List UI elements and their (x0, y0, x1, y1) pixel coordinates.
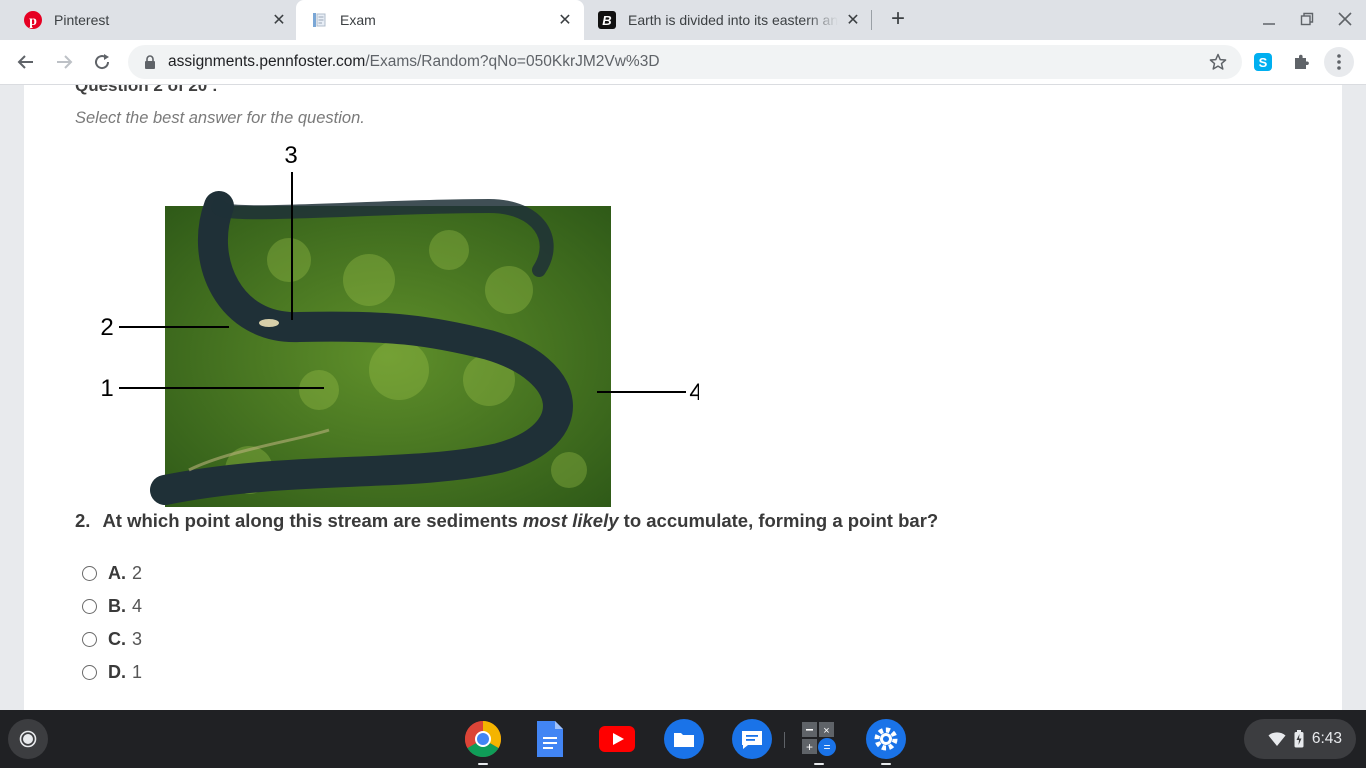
launcher-button[interactable] (8, 719, 48, 759)
river-meander-figure: 3 2 1 4 (69, 140, 703, 510)
youtube-icon[interactable] (597, 719, 637, 759)
option-letter: D. (108, 661, 126, 682)
radio-button[interactable] (82, 631, 97, 647)
svg-text:p: p (29, 14, 37, 29)
tab-brainly[interactable]: B Earth is divided into its eastern and … (590, 0, 868, 40)
question-number: 2. (75, 510, 91, 531)
option-letter: B. (108, 595, 126, 616)
answer-option-c[interactable]: C. 3 (82, 627, 142, 651)
svg-text:S: S (1259, 55, 1268, 70)
svg-text:×: × (823, 725, 829, 737)
lock-icon[interactable] (144, 55, 156, 69)
answer-option-b[interactable]: B. 4 (82, 594, 142, 618)
clock-time: 6:43 (1311, 730, 1342, 747)
tab-pinterest[interactable]: p Pinterest ✕ (14, 0, 294, 40)
minimize-icon[interactable] (1254, 6, 1284, 32)
tab-title: Earth is divided into its eastern and (628, 12, 838, 28)
river-meander-image: 3 2 1 4 (100, 142, 703, 507)
figure-label-4: 4 (689, 379, 699, 406)
more-menu-icon[interactable] (1324, 47, 1354, 77)
running-indicator (881, 763, 891, 765)
messages-icon[interactable] (732, 719, 772, 759)
forward-icon[interactable] (50, 48, 78, 76)
close-window-icon[interactable] (1330, 6, 1360, 32)
svg-text:=: = (823, 740, 830, 754)
os-shelf: × + = 6:43 (0, 710, 1366, 768)
exam-card: Question 2 of 20 : Select the best answe… (24, 85, 1342, 710)
question-text-emphasis: most likely (522, 510, 619, 531)
brainly-icon: B (598, 11, 616, 29)
option-letter: C. (108, 628, 126, 649)
skype-extension-icon[interactable]: S (1249, 48, 1277, 76)
wifi-icon (1268, 731, 1286, 747)
answer-option-d[interactable]: D. 1 (82, 660, 142, 684)
url-host: assignments.pennfoster.com (168, 53, 366, 70)
option-letter: A. (108, 562, 126, 583)
running-indicator (814, 763, 824, 765)
answer-option-a[interactable]: A. 2 (82, 561, 142, 585)
running-indicator (478, 763, 488, 765)
figure-label-3: 3 (284, 142, 297, 169)
option-value: 2 (132, 562, 143, 583)
browser-toolbar: assignments.pennfoster.com/Exams/Random?… (0, 40, 1366, 85)
svg-text:B: B (602, 13, 611, 28)
tab-title: Pinterest (54, 12, 110, 28)
tab-strip: p Pinterest ✕ Exam ✕ B Earth is divided … (0, 0, 1366, 40)
url-path: /Exams/Random?qNo=050KkrJM2Vw%3D (365, 53, 660, 70)
option-value: 3 (132, 628, 143, 649)
question-header: Question 2 of 20 : (75, 85, 218, 95)
calculator-icon[interactable]: × + = (799, 719, 839, 765)
settings-icon[interactable] (866, 719, 906, 765)
shelf-divider (784, 732, 785, 748)
page-viewport[interactable]: Question 2 of 20 : Select the best answe… (0, 85, 1366, 710)
files-icon[interactable] (664, 719, 704, 759)
document-icon (310, 11, 328, 29)
battery-icon (1294, 730, 1304, 748)
extensions-puzzle-icon[interactable] (1287, 48, 1315, 76)
option-value: 1 (132, 661, 143, 682)
tab-separator (871, 10, 872, 30)
question-text-start: At which point along this stream are sed… (102, 510, 523, 531)
figure-label-2: 2 (100, 314, 113, 341)
close-icon[interactable]: ✕ (556, 11, 574, 29)
new-tab-button[interactable]: + (886, 7, 910, 32)
close-icon[interactable]: ✕ (270, 11, 288, 29)
restore-icon[interactable] (1292, 6, 1322, 32)
bookmark-star-icon[interactable] (1208, 52, 1228, 72)
svg-text:+: + (806, 740, 813, 754)
question-text: 2. At which point along this stream are s… (75, 510, 938, 532)
tab-title: Exam (340, 12, 376, 28)
radio-button[interactable] (82, 565, 97, 581)
figure-label-1: 1 (100, 375, 113, 402)
tab-exam[interactable]: Exam ✕ (296, 0, 584, 40)
pinterest-icon: p (24, 11, 42, 29)
system-tray[interactable]: 6:43 (1244, 719, 1356, 759)
radio-button[interactable] (82, 664, 97, 680)
radio-button[interactable] (82, 598, 97, 614)
docs-icon[interactable] (530, 719, 570, 759)
chrome-icon[interactable] (463, 719, 503, 765)
option-value: 4 (132, 595, 143, 616)
url-text: assignments.pennfoster.com/Exams/Random?… (168, 53, 660, 71)
question-text-end: to accumulate, forming a point bar? (618, 510, 939, 531)
close-icon[interactable]: ✕ (844, 11, 862, 29)
instructions: Select the best answer for the question. (75, 109, 365, 127)
back-icon[interactable] (12, 48, 40, 76)
reload-icon[interactable] (88, 48, 116, 76)
address-bar[interactable]: assignments.pennfoster.com/Exams/Random?… (128, 45, 1242, 79)
